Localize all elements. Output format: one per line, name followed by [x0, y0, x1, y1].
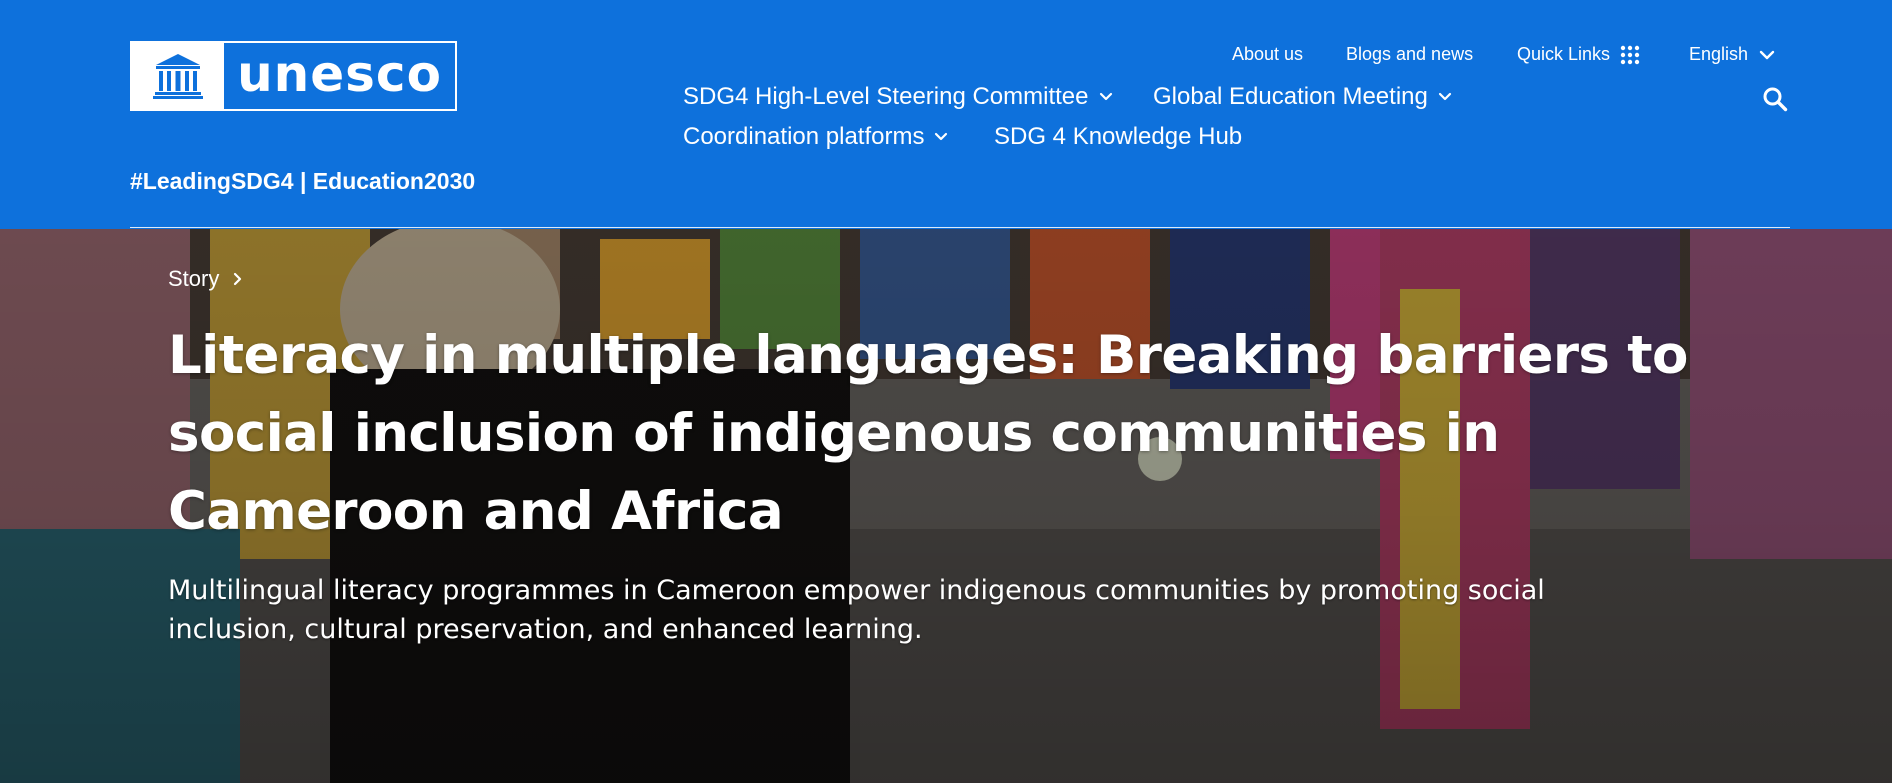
quick-links-label: Quick Links [1517, 44, 1611, 64]
chevron-right-icon [233, 272, 243, 286]
nav-sdg4-knowledge-hub[interactable]: SDG 4 Knowledge Hub [994, 123, 1242, 151]
page-subtitle: Multilingual literacy programmes in Came… [168, 575, 1545, 645]
search-button[interactable] [1762, 86, 1788, 112]
breadcrumb-story: Story [168, 266, 220, 291]
chevron-down-icon [1099, 92, 1113, 102]
language-selector[interactable]: English [1689, 44, 1776, 65]
nav-item-label: Global Education Meeting [1153, 83, 1428, 110]
hero-banner: Story Literacy in multiple languages: Br… [0, 229, 1892, 783]
chevron-down-icon [934, 132, 948, 142]
logo-wordmark: unesco [237, 45, 442, 103]
nav-sdg4-steering-committee[interactable]: SDG4 High-Level Steering Committee [683, 83, 1113, 111]
nav-item-label: SDG4 High-Level Steering Committee [683, 83, 1089, 110]
unesco-logo[interactable]: unesco [130, 41, 457, 111]
nav-item-label: Coordination platforms [683, 123, 925, 150]
header-divider [130, 227, 1790, 228]
blogs-news-link[interactable]: Blogs and news [1346, 44, 1473, 65]
language-label: English [1689, 44, 1749, 64]
chevron-down-icon [1758, 49, 1776, 61]
quick-links-button[interactable]: Quick Links [1517, 44, 1640, 65]
site-tagline: #LeadingSDG4 | Education2030 [130, 168, 476, 194]
page-title: Literacy in multiple languages: Breaking… [168, 325, 1688, 542]
nav-item-label: SDG 4 Knowledge Hub [994, 123, 1243, 150]
search-icon [1762, 87, 1788, 115]
grid-dots-icon [1620, 45, 1640, 65]
nav-global-education-meeting[interactable]: Global Education Meeting [1153, 83, 1452, 111]
site-header: unesco #LeadingSDG4 | Education2030 Abou… [0, 0, 1892, 229]
unesco-temple-emblem-icon [132, 43, 224, 109]
utility-nav: About us Blogs and news Quick Links Engl… [1232, 44, 1792, 68]
chevron-down-icon [1438, 92, 1452, 102]
breadcrumb[interactable]: Story [168, 266, 243, 292]
about-us-link[interactable]: About us [1232, 44, 1303, 65]
nav-coordination-platforms[interactable]: Coordination platforms [683, 123, 948, 151]
